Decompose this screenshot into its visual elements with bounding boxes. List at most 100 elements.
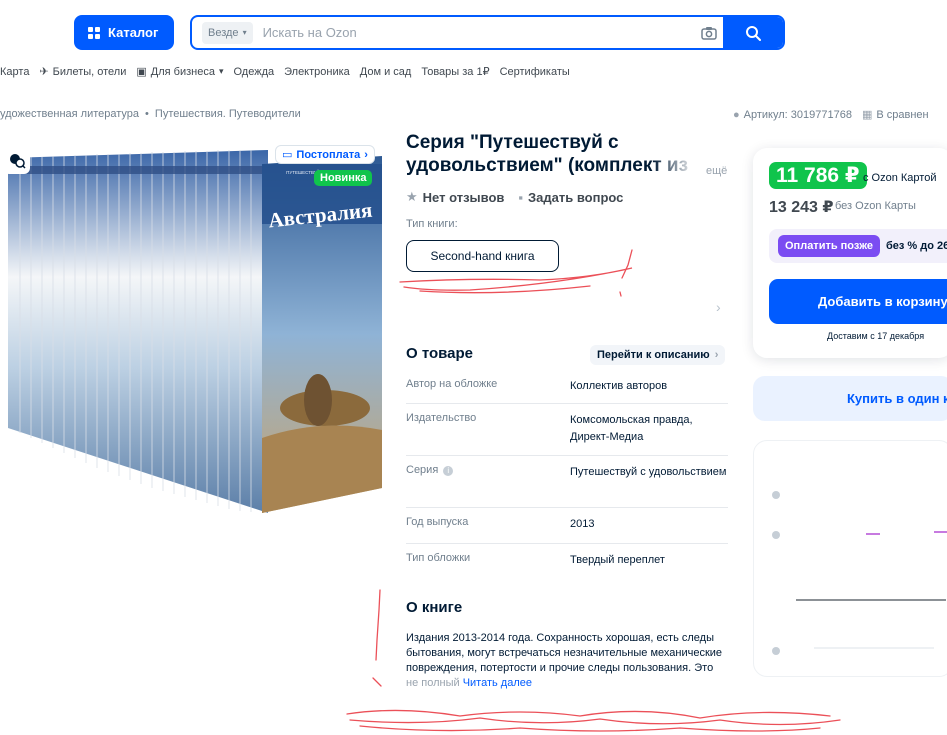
chevron-down-icon: ▾ bbox=[218, 66, 224, 76]
new-badge: Новинка bbox=[314, 170, 373, 186]
nav-tickets-label: Билеты, отели bbox=[52, 65, 127, 78]
accent-mark bbox=[934, 531, 947, 533]
catalog-label: Каталог bbox=[108, 25, 159, 40]
spec-value-series[interactable]: Путешествуй с удовольствием › bbox=[570, 456, 728, 507]
accent-mark bbox=[866, 533, 880, 535]
add-to-cart-button[interactable]: Добавить в корзину bbox=[769, 279, 947, 324]
faded-text-line bbox=[796, 599, 946, 601]
star-icon: ★ bbox=[406, 189, 418, 204]
nav-tickets[interactable]: ✈ Билеты, отели bbox=[39, 65, 127, 79]
spec-row-year: Год выпуска 2013 bbox=[406, 508, 728, 544]
search-scope-select[interactable]: Везде ▾ bbox=[202, 21, 253, 44]
about-product-heading: О товаре bbox=[406, 345, 474, 362]
title-line-2: удовольствием" (комплект из bbox=[406, 155, 689, 176]
spec-value: Коллектив авторов bbox=[570, 380, 668, 392]
regular-price-caption: без Ozon Карты bbox=[835, 200, 916, 212]
search-bar: Везде ▾ bbox=[190, 15, 785, 50]
briefcase-icon: ▣ bbox=[136, 66, 147, 78]
spec-row-cover: Тип обложки Твердый переплет bbox=[406, 544, 728, 578]
spec-key: Издательство bbox=[406, 412, 477, 424]
chevron-right-icon[interactable]: › bbox=[716, 299, 721, 315]
spec-row-author: Автор на обложке Коллектив авторов bbox=[406, 370, 728, 404]
book-description: Издания 2013-2014 года. Сохранность хоро… bbox=[406, 631, 728, 691]
search-input[interactable] bbox=[252, 17, 695, 48]
dot-icon bbox=[772, 647, 780, 655]
book-type-option[interactable]: Second-hand книга bbox=[406, 240, 559, 272]
breadcrumb: удожественная литература • Путешествия. … bbox=[0, 108, 301, 120]
product-image[interactable]: Австралия ПУТЕШЕСТВУЙ С УДОВОЛЬСТВИЕМ bbox=[0, 138, 385, 518]
article-number[interactable]: ● Артикул: 3019771768 bbox=[733, 109, 852, 121]
description-text: Издания 2013-2014 года. Сохранность хоро… bbox=[406, 632, 723, 674]
chevron-right-icon: › bbox=[720, 465, 724, 479]
compare-icon: ▦ bbox=[861, 109, 873, 121]
search-icon bbox=[746, 25, 761, 41]
title-more-link[interactable]: ещё bbox=[706, 165, 727, 177]
spec-value: 2013 bbox=[570, 518, 595, 530]
top-navigation: Карта ✈ Билеты, отели ▣ Для бизнеса ▾ Од… bbox=[0, 65, 570, 79]
spec-key: Тип обложки bbox=[406, 552, 471, 564]
seller-card bbox=[753, 440, 947, 677]
search-scope-label: Везде bbox=[208, 26, 239, 39]
postpay-badge[interactable]: ▭ Постоплата › bbox=[275, 145, 375, 164]
description-faded-text: не полный bbox=[406, 677, 460, 689]
nav-map[interactable]: Карта bbox=[0, 66, 29, 78]
search-button[interactable] bbox=[723, 17, 783, 48]
compare-link[interactable]: ▦ В сравнен bbox=[861, 108, 929, 122]
spec-table: Автор на обложке Коллектив авторов Издат… bbox=[406, 370, 728, 578]
delivery-date: Доставим с 17 декабря bbox=[827, 331, 925, 341]
chevron-right-icon: › bbox=[364, 148, 368, 161]
spec-key: Год выпуска bbox=[406, 516, 469, 528]
nav-electronics[interactable]: Электроника bbox=[284, 66, 350, 78]
nav-business[interactable]: ▣ Для бизнеса ▾ bbox=[136, 65, 224, 79]
chevron-down-icon: ▾ bbox=[242, 28, 247, 37]
spec-key: Серия bbox=[406, 464, 439, 476]
nav-business-label: Для бизнеса bbox=[150, 65, 215, 78]
regular-price: 13 243 ₽ bbox=[769, 199, 834, 216]
book-type-label: Тип книги: bbox=[406, 218, 458, 230]
nav-clothes[interactable]: Одежда bbox=[233, 66, 274, 78]
zoom-icon[interactable] bbox=[3, 147, 30, 174]
title-line-1: Серия "Путешествуй с bbox=[406, 132, 619, 153]
spec-value: Твердый переплет bbox=[570, 554, 665, 566]
nav-certificates[interactable]: Сертификаты bbox=[500, 66, 570, 78]
spec-row-publisher: Издательство Комсомольская правда, Дирек… bbox=[406, 404, 728, 456]
info-icon[interactable]: i bbox=[443, 466, 454, 476]
spec-key-series: Серия i bbox=[406, 456, 570, 507]
pay-later-caption: без % до 26 bbox=[886, 240, 947, 252]
breadcrumb-separator: • bbox=[145, 108, 149, 120]
reviews-label: Нет отзывов bbox=[422, 189, 505, 205]
spec-value: Комсомольская правда, Директ-Медиа bbox=[570, 414, 693, 443]
article-info: ● Артикул: 3019771768 ▦ В сравнен bbox=[733, 108, 929, 122]
go-to-description-button[interactable]: Перейти к описанию › bbox=[590, 345, 726, 365]
review-bar: ★ Нет отзывов ▪ Задать вопрос bbox=[406, 189, 623, 205]
wallet-icon: ▭ bbox=[282, 149, 293, 161]
chat-icon: ▪ bbox=[518, 189, 523, 205]
pay-later-button[interactable]: Оплатить позже bbox=[778, 235, 880, 257]
go-to-description-label: Перейти к описанию bbox=[597, 349, 710, 361]
about-book-heading: О книге bbox=[406, 599, 463, 616]
postpay-label: Постоплата bbox=[296, 148, 361, 161]
buy-one-click-button[interactable]: Купить в один к bbox=[753, 376, 947, 421]
camera-icon[interactable] bbox=[695, 26, 723, 40]
breadcrumb-fiction[interactable]: удожественная литература bbox=[0, 108, 139, 120]
ozon-card-price: 11 786 ₽ bbox=[769, 162, 867, 189]
dot-icon bbox=[772, 491, 780, 499]
faded-text-line bbox=[814, 647, 934, 649]
spec-row-series[interactable]: Серия i Путешествуй с удовольствием › bbox=[406, 456, 728, 508]
chevron-right-icon: › bbox=[714, 349, 719, 361]
reviews-link[interactable]: ★ Нет отзывов bbox=[406, 189, 504, 205]
spec-value: Путешествуй с удовольствием bbox=[570, 466, 727, 478]
ozon-card-caption: с Ozon Картой bbox=[863, 172, 937, 184]
compare-label: В сравнен bbox=[876, 108, 929, 121]
breadcrumb-travel[interactable]: Путешествия. Путеводители bbox=[155, 108, 301, 120]
spec-key: Автор на обложке bbox=[406, 378, 498, 390]
nav-home-garden[interactable]: Дом и сад bbox=[360, 66, 412, 78]
article-label: Артикул: 3019771768 bbox=[743, 108, 852, 121]
read-more-link[interactable]: Читать далее bbox=[463, 677, 532, 689]
nav-1-ruble[interactable]: Товары за 1₽ bbox=[421, 65, 489, 78]
grid-icon bbox=[88, 26, 100, 39]
ask-question-label: Задать вопрос bbox=[528, 189, 624, 205]
ask-question-link[interactable]: ▪ Задать вопрос bbox=[518, 189, 623, 205]
plane-icon: ✈ bbox=[39, 66, 49, 78]
catalog-button[interactable]: Каталог bbox=[74, 15, 174, 50]
